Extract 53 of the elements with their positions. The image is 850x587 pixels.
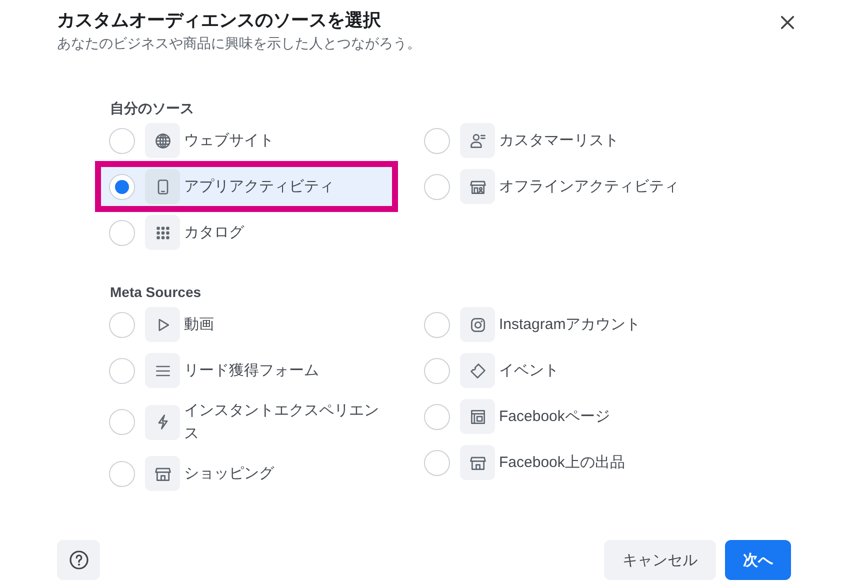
camera-icon	[468, 316, 486, 334]
source-option[interactable]: カタログ	[101, 213, 392, 252]
option-label: ショッピング	[184, 464, 274, 484]
radio-button[interactable]	[424, 450, 450, 476]
dialog-title: カスタムオーディエンスのソースを選択	[57, 9, 382, 32]
source-option[interactable]: リード獲得フォーム	[101, 351, 392, 390]
radio-button[interactable]	[424, 128, 450, 154]
option-label: カタログ	[184, 223, 244, 243]
source-option[interactable]: インスタントエクスペリエンス	[101, 397, 392, 447]
section-heading: Meta Sources	[109, 283, 202, 302]
radio-button[interactable]	[424, 358, 450, 384]
source-option[interactable]: ショッピング	[101, 454, 392, 493]
radio-button[interactable]	[109, 358, 135, 384]
option-label: ウェブサイト	[184, 131, 274, 151]
radio-button[interactable]	[109, 128, 135, 154]
option-label: アプリアクティビティ	[184, 177, 334, 197]
radio-button[interactable]	[109, 174, 135, 200]
grid-icon	[154, 224, 172, 242]
source-option[interactable]: 動画	[101, 305, 392, 344]
radio-button[interactable]	[109, 409, 135, 435]
radio-button[interactable]	[424, 404, 450, 430]
cancel-button[interactable]: キャンセル	[604, 540, 716, 580]
radio-button[interactable]	[109, 312, 135, 338]
option-label: リード獲得フォーム	[184, 361, 319, 381]
ticket-icon	[468, 362, 486, 380]
person-list-icon	[468, 132, 486, 150]
section-heading: 自分のソース	[109, 99, 194, 118]
option-label: カスタマーリスト	[499, 131, 619, 151]
source-option[interactable]: ウェブサイト	[101, 121, 392, 160]
option-label: オフラインアクティビティ	[499, 177, 679, 197]
option-label: Instagramアカウント	[499, 315, 641, 335]
globe-icon	[154, 132, 172, 150]
option-label: インスタントエクスペリエンス	[184, 401, 379, 444]
source-option[interactable]: アプリアクティビティ	[101, 167, 392, 206]
option-label: イベント	[499, 361, 559, 381]
radio-button[interactable]	[109, 220, 135, 246]
source-option[interactable]: Instagramアカウント	[416, 305, 707, 344]
source-option[interactable]: Facebookページ	[416, 397, 707, 436]
source-option[interactable]: Facebook上の出品	[416, 443, 707, 482]
next-button[interactable]: 次へ	[725, 540, 791, 580]
source-option[interactable]: オフラインアクティビティ	[416, 167, 707, 206]
help-button[interactable]	[57, 540, 100, 580]
source-option[interactable]: カスタマーリスト	[416, 121, 707, 160]
page-layout-icon	[468, 408, 486, 426]
option-label: Facebook上の出品	[499, 453, 625, 473]
radio-button[interactable]	[424, 312, 450, 338]
dialog-subtitle: あなたのビジネスや商品に興味を示した人とつながろう。	[57, 34, 421, 53]
source-option[interactable]: イベント	[416, 351, 707, 390]
option-label: Facebookページ	[499, 407, 610, 427]
radio-button[interactable]	[424, 174, 450, 200]
option-label: 動画	[184, 315, 214, 335]
radio-button[interactable]	[109, 460, 135, 486]
help-icon	[68, 550, 88, 570]
